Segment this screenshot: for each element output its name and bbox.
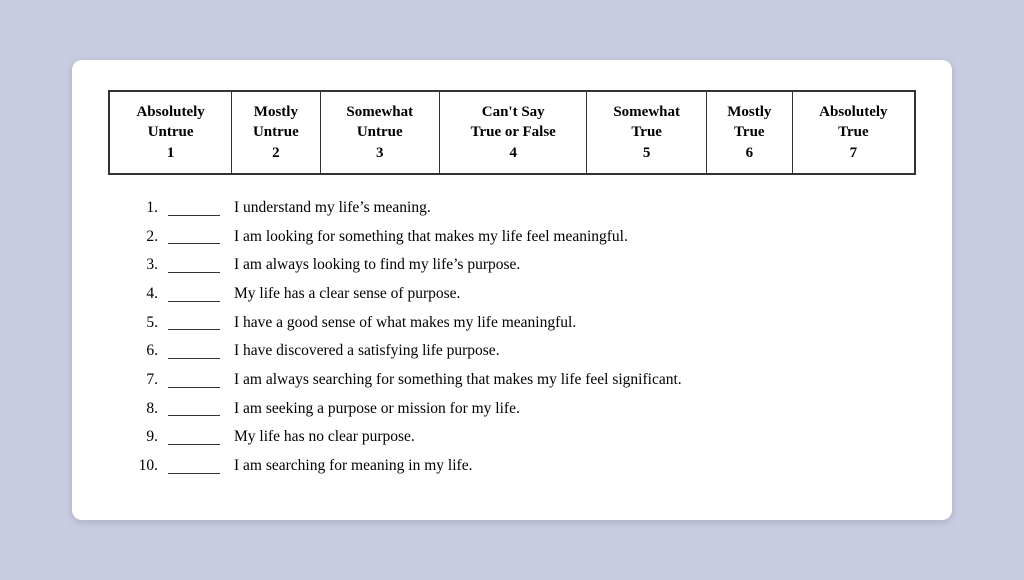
- item-text: I am looking for something that makes my…: [234, 226, 916, 248]
- survey-card: AbsolutelyUntrue1MostlyUntrue2SomewhatUn…: [72, 60, 952, 520]
- answer-blank: [168, 272, 220, 273]
- answer-blank: [168, 329, 220, 330]
- scale-column-7: AbsolutelyTrue7: [792, 91, 915, 174]
- item-number: 7.: [128, 369, 162, 391]
- item-number: 5.: [128, 312, 162, 334]
- item-text: I am always looking to find my life’s pu…: [234, 254, 916, 276]
- item-number: 10.: [128, 455, 162, 477]
- scale-column-5: SomewhatTrue5: [587, 91, 707, 174]
- answer-blank: [168, 387, 220, 388]
- item-text: I am searching for meaning in my life.: [234, 455, 916, 477]
- item-text: I am always searching for something that…: [234, 369, 916, 391]
- list-item: 2. I am looking for something that makes …: [128, 226, 916, 248]
- scale-column-1: AbsolutelyUntrue1: [109, 91, 232, 174]
- scale-column-2: MostlyUntrue2: [232, 91, 320, 174]
- item-number: 6.: [128, 340, 162, 362]
- list-item: 7. I am always searching for something th…: [128, 369, 916, 391]
- item-number: 2.: [128, 226, 162, 248]
- list-item: 1. I understand my life’s meaning.: [128, 197, 916, 219]
- answer-blank: [168, 243, 220, 244]
- item-number: 8.: [128, 398, 162, 420]
- list-item: 4. My life has a clear sense of purpose.: [128, 283, 916, 305]
- answer-blank: [168, 415, 220, 416]
- answer-blank: [168, 301, 220, 302]
- item-text: My life has no clear purpose.: [234, 426, 916, 448]
- item-number: 1.: [128, 197, 162, 219]
- item-text: I understand my life’s meaning.: [234, 197, 916, 219]
- item-text: I have a good sense of what makes my lif…: [234, 312, 916, 334]
- answer-blank: [168, 444, 220, 445]
- item-number: 3.: [128, 254, 162, 276]
- list-item: 3. I am always looking to find my life’s …: [128, 254, 916, 276]
- answer-blank: [168, 358, 220, 359]
- scale-table: AbsolutelyUntrue1MostlyUntrue2SomewhatUn…: [108, 90, 916, 175]
- scale-column-3: SomewhatUntrue3: [320, 91, 440, 174]
- item-number: 4.: [128, 283, 162, 305]
- list-item: 5. I have a good sense of what makes my l…: [128, 312, 916, 334]
- item-number: 9.: [128, 426, 162, 448]
- items-section: 1. I understand my life’s meaning. 2. I am …: [108, 197, 916, 477]
- item-text: I have discovered a satisfying life purp…: [234, 340, 916, 362]
- answer-blank: [168, 215, 220, 216]
- scale-column-4: Can't SayTrue or False4: [440, 91, 587, 174]
- list-item: 10. I am searching for meaning in my life…: [128, 455, 916, 477]
- item-text: I am seeking a purpose or mission for my…: [234, 398, 916, 420]
- scale-column-6: MostlyTrue6: [706, 91, 792, 174]
- list-item: 9. My life has no clear purpose.: [128, 426, 916, 448]
- list-item: 6. I have discovered a satisfying life pu…: [128, 340, 916, 362]
- item-text: My life has a clear sense of purpose.: [234, 283, 916, 305]
- list-item: 8. I am seeking a purpose or mission for …: [128, 398, 916, 420]
- answer-blank: [168, 473, 220, 474]
